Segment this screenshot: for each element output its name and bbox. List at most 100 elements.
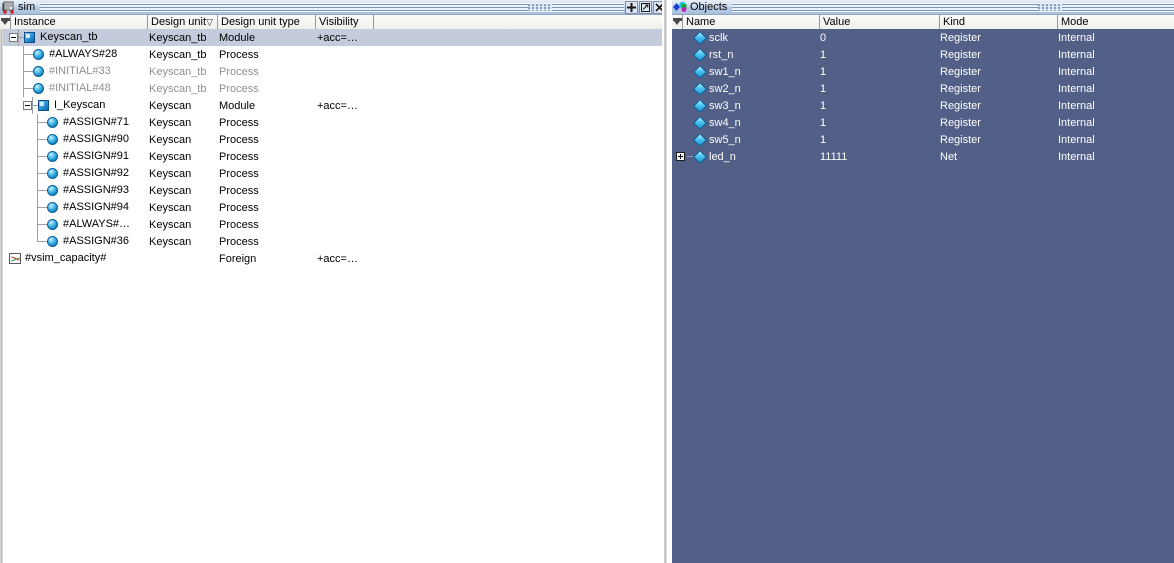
move-button[interactable] — [625, 0, 638, 14]
column-header-design-unit[interactable]: Design unit ▽ — [148, 15, 218, 29]
table-row[interactable]: #ASSIGN#71 Keyscan Process — [1, 114, 667, 131]
object-kind-cell: Register — [940, 31, 981, 44]
collapse-icon[interactable] — [9, 33, 18, 42]
expand-icon[interactable] — [676, 152, 685, 161]
instance-label: #ASSIGN#91 — [63, 150, 130, 162]
instance-label: I_Keyscan — [54, 99, 106, 111]
column-header-mode-label: Mode — [1061, 16, 1089, 28]
object-kind-cell: Register — [940, 116, 981, 129]
list-item[interactable]: rst_n 1 Register Internal — [672, 46, 1174, 63]
design-unit-type-cell: Process — [219, 201, 259, 214]
modelsim-window: sim Instance Design unit ▽ Design unit t… — [0, 0, 1174, 563]
object-name-cell: led_n — [672, 151, 820, 163]
tree-connector — [37, 233, 47, 250]
objects-titlebar[interactable]: Objects — [672, 0, 1174, 15]
tree-connector — [23, 80, 33, 97]
sim-titlebar[interactable]: sim — [0, 0, 667, 15]
signal-diamond-icon — [694, 83, 705, 94]
design-unit-type-cell: Process — [219, 150, 259, 163]
undock-button[interactable] — [639, 0, 652, 14]
table-row[interactable]: #ASSIGN#91 Keyscan Process — [1, 148, 667, 165]
sim-titlebar-grip[interactable] — [528, 3, 552, 11]
column-header-design-unit-type[interactable]: Design unit type — [218, 15, 316, 29]
table-row[interactable]: I_Keyscan Keyscan Module +acc=… — [1, 97, 667, 114]
sim-instance-tree[interactable]: Keyscan_tb Keyscan_tb Module +acc=… #ALWAYS#… — [0, 29, 667, 563]
design-unit-type-cell: Module — [219, 31, 256, 44]
column-header-instance[interactable]: Instance — [11, 15, 148, 29]
instance-cell: #ASSIGN#94 — [1, 199, 149, 216]
column-header-kind[interactable]: Kind — [940, 15, 1058, 29]
object-kind-cell: Register — [940, 48, 981, 61]
design-unit-cell: Keyscan_tb — [149, 31, 207, 44]
column-header-name[interactable]: Name — [683, 15, 820, 29]
objects-list[interactable]: sclk 0 Register Internal rst_n 1 Register Inter… — [672, 29, 1174, 563]
table-row[interactable]: Keyscan_tb Keyscan_tb Module +acc=… — [1, 29, 667, 46]
instance-cell: #vsim_capacity# — [1, 252, 149, 265]
tree-connector — [37, 216, 47, 233]
list-item[interactable]: led_n 11111 Net Internal — [672, 148, 1174, 165]
tree-connector — [37, 148, 47, 165]
object-name-label: sw2_n — [709, 82, 741, 95]
visibility-cell: +acc=… — [317, 99, 358, 112]
module-icon — [38, 99, 51, 112]
signal-diamond-icon — [694, 32, 705, 43]
object-mode-cell: Internal — [1058, 48, 1095, 61]
list-item[interactable]: sclk 0 Register Internal — [672, 29, 1174, 46]
list-item[interactable]: sw5_n 1 Register Internal — [672, 131, 1174, 148]
list-item[interactable]: sw2_n 1 Register Internal — [672, 80, 1174, 97]
object-value-cell: 1 — [820, 82, 827, 95]
table-row[interactable]: #INITIAL#48 Keyscan_tb Process — [1, 80, 667, 97]
column-header-instance-label: Instance — [14, 16, 56, 28]
object-value-cell: 0 — [820, 31, 827, 44]
instance-label: #INITIAL#33 — [49, 65, 111, 77]
signal-diamond-icon — [694, 66, 705, 77]
column-header-value[interactable]: Value — [820, 15, 940, 29]
visibility-cell: +acc=… — [317, 252, 358, 265]
column-header-visibility[interactable]: Visibility — [316, 15, 374, 29]
object-value-cell: 1 — [820, 99, 827, 112]
expander-placeholder — [676, 84, 685, 93]
object-mode-cell: Internal — [1058, 116, 1095, 129]
signal-diamond-icon — [694, 151, 705, 162]
objects-shapes-icon — [673, 1, 688, 14]
collapse-icon[interactable] — [23, 101, 32, 110]
filter-icon — [0, 17, 10, 27]
objects-filter-button[interactable] — [672, 15, 683, 29]
table-row[interactable]: #vsim_capacity# Foreign +acc=… — [1, 250, 667, 267]
sim-filter-button[interactable] — [0, 15, 11, 29]
table-row[interactable]: #ALWAYS#… Keyscan Process — [1, 216, 667, 233]
tree-connector — [37, 131, 47, 148]
list-item[interactable]: sw1_n 1 Register Internal — [672, 63, 1174, 80]
column-header-mode[interactable]: Mode — [1058, 15, 1174, 29]
object-mode-cell: Internal — [1058, 82, 1095, 95]
process-icon — [47, 116, 60, 129]
object-mode-cell: Internal — [1058, 31, 1095, 44]
table-row[interactable]: #ALWAYS#28 Keyscan_tb Process — [1, 46, 667, 63]
table-row[interactable]: #ASSIGN#92 Keyscan Process — [1, 165, 667, 182]
instance-label: #ALWAYS#… — [63, 218, 131, 230]
object-name-cell: sw2_n — [672, 83, 820, 95]
object-mode-cell: Internal — [1058, 65, 1095, 78]
list-item[interactable]: sw3_n 1 Register Internal — [672, 97, 1174, 114]
instance-cell: #ASSIGN#91 — [1, 148, 149, 165]
expander-placeholder — [676, 101, 685, 110]
table-row[interactable]: #ASSIGN#36 Keyscan Process — [1, 233, 667, 250]
list-item[interactable]: sw4_n 1 Register Internal — [672, 114, 1174, 131]
design-unit-cell: Keyscan — [149, 150, 192, 163]
table-row[interactable]: #ASSIGN#90 Keyscan Process — [1, 131, 667, 148]
object-name-label: sw4_n — [709, 116, 741, 129]
signal-diamond-icon — [694, 49, 705, 60]
tree-connector — [37, 165, 47, 182]
object-value-cell: 11111 — [820, 150, 848, 163]
module-icon — [24, 31, 37, 44]
object-value-cell: 1 — [820, 116, 827, 129]
table-row[interactable]: #ASSIGN#94 Keyscan Process — [1, 199, 667, 216]
design-unit-type-cell: Process — [219, 235, 259, 248]
table-row[interactable]: #ASSIGN#93 Keyscan Process — [1, 182, 667, 199]
table-row[interactable]: #INITIAL#33 Keyscan_tb Process — [1, 63, 667, 80]
design-unit-type-cell: Process — [219, 218, 259, 231]
objects-column-headers: Name Value Kind Mode — [672, 15, 1174, 30]
objects-titlebar-grip[interactable] — [1038, 3, 1062, 11]
instance-cell: #ALWAYS#… — [1, 216, 149, 233]
column-header-filler — [374, 15, 667, 29]
